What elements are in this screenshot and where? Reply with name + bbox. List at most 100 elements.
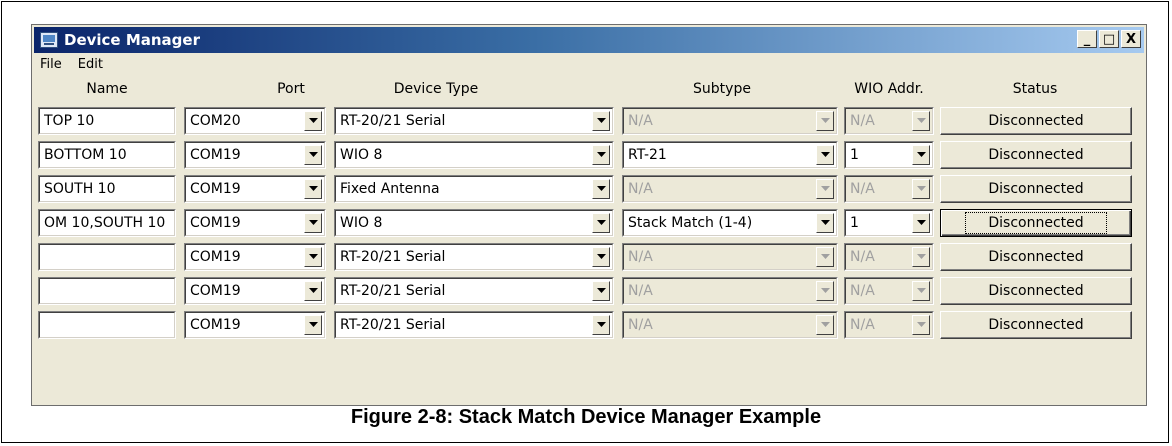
subtype-select[interactable]: N/A <box>622 311 838 339</box>
device-row: SOUTH 10 COM19 Fixed Antenna N/A N/A Disconne… <box>32 175 1146 203</box>
port-select-value: COM19 <box>190 181 241 197</box>
device-name-input[interactable]: TOP 10 <box>38 107 176 135</box>
port-select-value: COM19 <box>190 317 241 333</box>
column-header-subtype: Subtype <box>693 81 751 97</box>
subtype-select[interactable]: N/A <box>622 277 838 305</box>
chevron-down-icon[interactable] <box>912 281 930 301</box>
menu-file[interactable]: File <box>38 55 64 77</box>
chevron-down-icon[interactable] <box>304 315 322 335</box>
device-name-input[interactable] <box>38 311 176 339</box>
device-name-input[interactable]: BOTTOM 10 <box>38 141 176 169</box>
status-button[interactable]: Disconnected <box>940 141 1132 169</box>
chevron-down-icon[interactable] <box>816 145 834 165</box>
subtype-select-value: N/A <box>628 283 653 299</box>
chevron-down-icon[interactable] <box>592 247 610 267</box>
chevron-down-icon[interactable] <box>816 111 834 131</box>
chevron-down-icon[interactable] <box>816 315 834 335</box>
chevron-down-icon[interactable] <box>592 315 610 335</box>
status-button[interactable]: Disconnected <box>940 277 1132 305</box>
wio-addr-select-value: N/A <box>850 249 875 265</box>
wio-addr-select[interactable]: 1 <box>844 209 934 237</box>
chevron-down-icon[interactable] <box>304 111 322 131</box>
title-bar[interactable]: Device Manager _ □ X <box>34 27 1144 53</box>
chevron-down-icon[interactable] <box>912 179 930 199</box>
chevron-down-icon[interactable] <box>912 213 930 233</box>
chevron-down-icon[interactable] <box>912 145 930 165</box>
device-type-select-value: RT-20/21 Serial <box>340 249 446 265</box>
device-row: OM 10,SOUTH 10 COM19 WIO 8 Stack Match (1-4… <box>32 209 1146 237</box>
wio-addr-select[interactable]: N/A <box>844 277 934 305</box>
port-select[interactable]: COM19 <box>184 175 326 203</box>
port-select[interactable]: COM20 <box>184 107 326 135</box>
device-type-select-value: WIO 8 <box>340 147 383 163</box>
chevron-down-icon[interactable] <box>304 247 322 267</box>
port-select-value: COM19 <box>190 249 241 265</box>
wio-addr-select[interactable]: N/A <box>844 311 934 339</box>
status-button[interactable]: Disconnected <box>940 209 1132 237</box>
chevron-down-icon[interactable] <box>304 213 322 233</box>
device-name-input[interactable]: SOUTH 10 <box>38 175 176 203</box>
minimize-button[interactable]: _ <box>1077 30 1097 48</box>
chevron-down-icon[interactable] <box>592 179 610 199</box>
figure-caption: Figure 2-8: Stack Match Device Manager E… <box>350 406 822 428</box>
window-controls: _ □ X <box>1075 30 1141 48</box>
port-select[interactable]: COM19 <box>184 141 326 169</box>
status-label: Disconnected <box>988 147 1084 163</box>
port-select-value: COM19 <box>190 215 241 231</box>
status-label: Disconnected <box>988 317 1084 333</box>
chevron-down-icon[interactable] <box>912 111 930 131</box>
device-type-select[interactable]: RT-20/21 Serial <box>334 311 614 339</box>
device-name-value: SOUTH 10 <box>44 181 116 197</box>
chevron-down-icon[interactable] <box>912 247 930 267</box>
status-button[interactable]: Disconnected <box>940 243 1132 271</box>
status-button[interactable]: Disconnected <box>940 175 1132 203</box>
wio-addr-select[interactable]: 1 <box>844 141 934 169</box>
chevron-down-icon[interactable] <box>592 213 610 233</box>
device-name-input[interactable] <box>38 243 176 271</box>
close-button[interactable]: X <box>1121 30 1141 48</box>
device-manager-window: Device Manager _ □ X File Edit Name Port… <box>31 24 1147 406</box>
menu-edit[interactable]: Edit <box>76 55 105 77</box>
device-manager-app-icon[interactable] <box>40 32 58 48</box>
device-type-select[interactable]: RT-20/21 Serial <box>334 107 614 135</box>
chevron-down-icon[interactable] <box>304 281 322 301</box>
device-type-select[interactable]: WIO 8 <box>334 141 614 169</box>
device-name-input[interactable]: OM 10,SOUTH 10 <box>38 209 176 237</box>
chevron-down-icon[interactable] <box>912 315 930 335</box>
chevron-down-icon[interactable] <box>592 281 610 301</box>
chevron-down-icon[interactable] <box>304 179 322 199</box>
chevron-down-icon[interactable] <box>304 145 322 165</box>
device-type-select[interactable]: RT-20/21 Serial <box>334 243 614 271</box>
device-row: COM19 RT-20/21 Serial N/A N/A Disconnected <box>32 311 1146 339</box>
subtype-select[interactable]: N/A <box>622 243 838 271</box>
device-type-select[interactable]: Fixed Antenna <box>334 175 614 203</box>
status-button[interactable]: Disconnected <box>940 311 1132 339</box>
maximize-button[interactable]: □ <box>1099 30 1119 48</box>
port-select[interactable]: COM19 <box>184 243 326 271</box>
wio-addr-select-value: N/A <box>850 181 875 197</box>
wio-addr-select[interactable]: N/A <box>844 107 934 135</box>
wio-addr-select[interactable]: N/A <box>844 243 934 271</box>
chevron-down-icon[interactable] <box>592 145 610 165</box>
subtype-select[interactable]: N/A <box>622 175 838 203</box>
device-row: BOTTOM 10 COM19 WIO 8 RT-21 1 Disconnected <box>32 141 1146 169</box>
device-type-select[interactable]: RT-20/21 Serial <box>334 277 614 305</box>
subtype-select[interactable]: N/A <box>622 107 838 135</box>
chevron-down-icon[interactable] <box>816 179 834 199</box>
subtype-select[interactable]: RT-21 <box>622 141 838 169</box>
device-name-input[interactable] <box>38 277 176 305</box>
device-type-select[interactable]: WIO 8 <box>334 209 614 237</box>
subtype-select[interactable]: Stack Match (1-4) <box>622 209 838 237</box>
port-select[interactable]: COM19 <box>184 311 326 339</box>
chevron-down-icon[interactable] <box>816 281 834 301</box>
wio-addr-select-value: N/A <box>850 283 875 299</box>
chevron-down-icon[interactable] <box>816 247 834 267</box>
device-row: COM19 RT-20/21 Serial N/A N/A Disconnected <box>32 243 1146 271</box>
device-row: COM19 RT-20/21 Serial N/A N/A Disconnected <box>32 277 1146 305</box>
chevron-down-icon[interactable] <box>816 213 834 233</box>
port-select[interactable]: COM19 <box>184 209 326 237</box>
wio-addr-select[interactable]: N/A <box>844 175 934 203</box>
status-button[interactable]: Disconnected <box>940 107 1132 135</box>
port-select[interactable]: COM19 <box>184 277 326 305</box>
chevron-down-icon[interactable] <box>592 111 610 131</box>
